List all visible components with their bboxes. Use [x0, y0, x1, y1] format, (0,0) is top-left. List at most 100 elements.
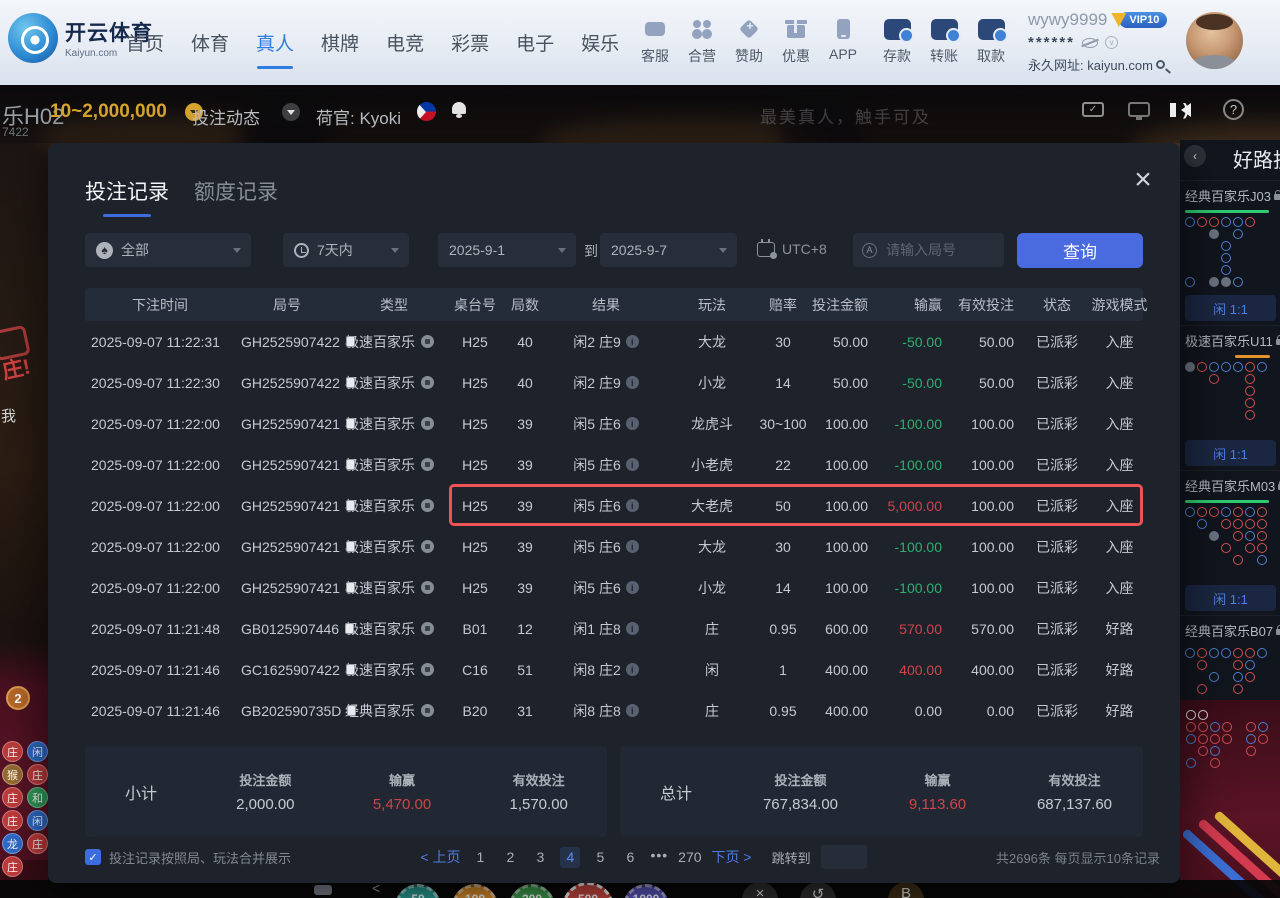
table-row[interactable]: 2025-09-07 11:22:30GH2525907422极速百家乐H254… — [85, 362, 1143, 403]
undo-button[interactable]: ↺ — [800, 882, 836, 898]
wallet-action[interactable]: 取款 — [972, 16, 1010, 66]
chip-50[interactable]: 50 — [395, 884, 441, 898]
nav-item[interactable]: 彩票 — [451, 29, 489, 56]
info-icon[interactable]: i — [626, 499, 639, 512]
query-button[interactable]: 查询 — [1017, 233, 1143, 268]
clear-bets-button[interactable]: × — [742, 882, 778, 898]
close-icon[interactable]: × — [1128, 167, 1158, 197]
road-bet-button[interactable]: 闲 1:1 — [1185, 440, 1276, 466]
monitor-icon[interactable] — [1128, 102, 1150, 117]
copy-icon[interactable] — [346, 500, 355, 511]
nav-item[interactable]: 娱乐 — [581, 29, 619, 56]
page-number[interactable]: 2 — [500, 847, 520, 868]
date-from-select[interactable]: 2025-9-1 — [438, 233, 576, 267]
wallet-action[interactable]: 转账 — [925, 16, 963, 66]
search-icon[interactable] — [1156, 60, 1165, 69]
copy-icon[interactable] — [347, 705, 356, 716]
road-empty-cell — [1209, 410, 1219, 420]
nav-item[interactable]: 首页 — [126, 29, 164, 56]
quick-action[interactable]: APP — [824, 16, 862, 66]
road-bet-button[interactable]: 闲 1:1 — [1185, 295, 1276, 321]
info-icon[interactable]: i — [626, 663, 639, 676]
copy-icon[interactable] — [346, 541, 355, 552]
copy-icon[interactable] — [346, 664, 355, 675]
nav-item[interactable]: 棋牌 — [321, 29, 359, 56]
chevron-circle-icon[interactable]: ∨ — [1105, 36, 1118, 49]
chip-1000[interactable]: 1000 — [623, 884, 669, 898]
round-number-input[interactable] — [884, 241, 994, 259]
road-card[interactable]: 极速百家乐U11闲 1:1 — [1180, 325, 1280, 470]
copy-icon[interactable] — [345, 623, 354, 634]
prev-page-button[interactable]: < 上页 — [420, 847, 460, 867]
quick-action[interactable]: 合营 — [683, 16, 721, 66]
page-number[interactable]: 5 — [590, 847, 610, 868]
info-icon[interactable]: i — [626, 376, 639, 389]
wallet-action[interactable]: 存款 — [878, 16, 916, 66]
table-row[interactable]: 2025-09-07 11:21:46GC1625907422极速百家乐C165… — [85, 649, 1143, 690]
page-number[interactable]: 4 — [560, 847, 580, 868]
speaker-icon[interactable] — [1174, 103, 1191, 117]
table-row[interactable]: 2025-09-07 11:22:31GH2525907422极速百家乐H254… — [85, 321, 1143, 362]
nav-item[interactable]: 真人 — [256, 29, 294, 56]
chip-stack-icon[interactable] — [314, 885, 332, 895]
avatar[interactable] — [1186, 12, 1243, 69]
quick-action[interactable]: 优惠 — [777, 16, 815, 66]
info-icon[interactable]: i — [626, 335, 639, 348]
next-page-button[interactable]: 下页 > — [712, 847, 752, 867]
tab-quota-records[interactable]: 额度记录 — [194, 176, 278, 206]
chip-500[interactable]: 500 — [562, 882, 614, 898]
bet-feed-label[interactable]: 投注动态 — [192, 104, 260, 129]
info-icon[interactable]: i — [626, 581, 639, 594]
copy-icon[interactable] — [346, 377, 355, 388]
bet-feed-chevron-icon[interactable] — [282, 103, 300, 121]
table-row[interactable]: 2025-09-07 11:21:48GB0125907446极速百家乐B011… — [85, 608, 1143, 649]
tab-bet-records[interactable]: 投注记录 — [85, 176, 169, 206]
copy-icon[interactable] — [346, 459, 355, 470]
chip-100[interactable]: 100 — [452, 884, 498, 898]
nav-item[interactable]: 电竞 — [386, 29, 424, 56]
road-card[interactable]: 经典百家乐M03 闲 1:1 — [1180, 470, 1280, 615]
chip-200[interactable]: 200 — [509, 884, 555, 898]
video-check-icon[interactable]: ✓ — [1082, 102, 1104, 117]
date-to-select[interactable]: 2025-9-7 — [600, 233, 737, 267]
game-type-select[interactable]: ♠ 全部 — [85, 233, 251, 267]
merge-checkbox[interactable]: ✓ — [85, 849, 101, 865]
time-range-select[interactable]: 7天内 — [283, 233, 409, 267]
table-row[interactable]: 2025-09-07 11:22:00GH2525907421极速百家乐H253… — [85, 485, 1143, 526]
info-icon[interactable]: i — [626, 704, 639, 717]
merge-option[interactable]: ✓ 投注记录按照局、玩法合并展示 — [85, 848, 291, 867]
table-row[interactable]: 2025-09-07 11:22:00GH2525907421极速百家乐H253… — [85, 444, 1143, 485]
page-number[interactable]: 270 — [678, 847, 701, 868]
page-number[interactable]: 1 — [470, 847, 490, 868]
info-icon[interactable]: i — [626, 417, 639, 430]
bell-icon[interactable] — [452, 102, 466, 114]
copy-icon[interactable] — [346, 418, 355, 429]
page-number[interactable]: 3 — [530, 847, 550, 868]
info-icon[interactable]: i — [626, 458, 639, 471]
road-dot — [1197, 684, 1207, 694]
table-row[interactable]: 2025-09-07 11:22:00GH2525907421极速百家乐H253… — [85, 567, 1143, 608]
help-icon[interactable]: ? — [1223, 99, 1244, 120]
table-row[interactable]: 2025-09-07 11:22:00GH2525907421极速百家乐H253… — [85, 403, 1143, 444]
collapse-icon[interactable]: ‹ — [1184, 145, 1206, 167]
copy-icon[interactable] — [346, 336, 355, 347]
road-dot — [1233, 531, 1243, 541]
info-icon[interactable]: i — [626, 540, 639, 553]
eye-off-icon[interactable] — [1082, 38, 1098, 48]
win-loss: 570.00 — [872, 621, 946, 637]
quick-action[interactable]: 客服 — [636, 16, 674, 66]
road-card[interactable]: 经典百家乐J03闲 1:1 — [1180, 180, 1280, 325]
page-number[interactable]: 6 — [620, 847, 640, 868]
table-row[interactable]: 2025-09-07 11:21:46GB202590735D经典百家乐B203… — [85, 690, 1143, 731]
quick-action[interactable]: 赞助 — [730, 16, 768, 66]
nav-item[interactable]: 电子 — [516, 29, 554, 56]
table-row[interactable]: 2025-09-07 11:22:00GH2525907421极速百家乐H253… — [85, 526, 1143, 567]
road-bet-button[interactable]: 闲 1:1 — [1185, 585, 1276, 611]
copy-icon[interactable] — [346, 582, 355, 593]
round-number-field[interactable]: A — [853, 233, 1004, 267]
road-card-name-text: 经典百家乐M03 — [1185, 476, 1275, 495]
jump-to-input[interactable] — [821, 845, 867, 869]
nav-item[interactable]: 体育 — [191, 29, 229, 56]
info-icon[interactable]: i — [626, 622, 639, 635]
bonus-button[interactable]: B — [888, 882, 924, 898]
